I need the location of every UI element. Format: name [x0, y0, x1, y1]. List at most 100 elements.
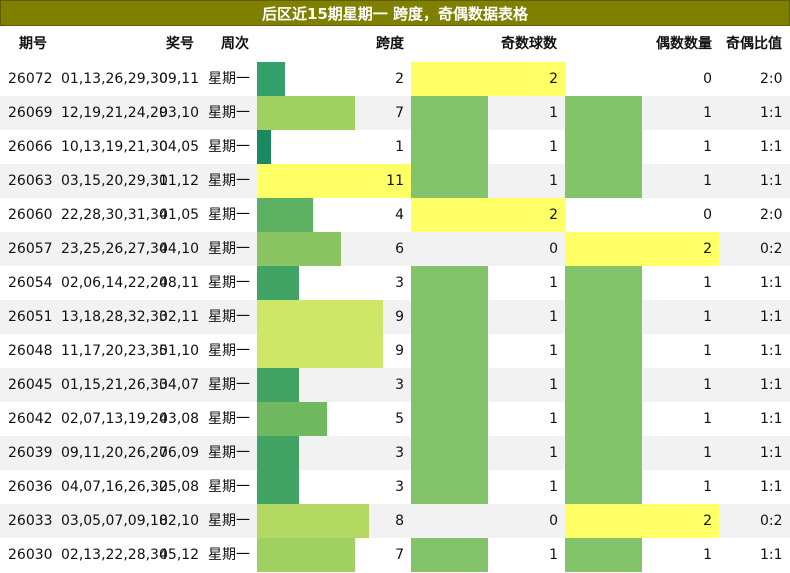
back-numbers-cell: 03,10	[159, 105, 200, 121]
odd-count-value: 1	[549, 343, 558, 359]
period-cell: 26036	[8, 479, 53, 495]
ratio-cell: 1:1	[760, 275, 783, 291]
span-value: 3	[395, 275, 404, 291]
span-value: 1	[395, 139, 404, 155]
front-numbers-cell: 09,11,20,26,27	[61, 445, 168, 461]
back-numbers-cell: 05,12	[159, 547, 200, 563]
span-value: 3	[395, 445, 404, 461]
ratio-cell: 1:1	[760, 343, 783, 359]
table-title: 后区近15期星期一 跨度，奇偶数据表格	[0, 0, 790, 26]
back-numbers-cell: 05,08	[159, 479, 200, 495]
table-row: 26048 11,17,20,23,35 01,10 星期一 9 1 1 1:1	[0, 334, 790, 368]
even-count-value: 1	[703, 479, 712, 495]
ratio-cell: 1:1	[760, 309, 783, 325]
even-count-value: 0	[703, 71, 712, 87]
ratio-cell: 1:1	[760, 139, 783, 155]
header-odd-count: 奇数球数	[501, 36, 557, 52]
table-row: 26030 02,13,22,28,34 05,12 星期一 7 1 1 1:1	[0, 538, 790, 572]
weekday-cell: 星期一	[208, 343, 250, 359]
even-count-value: 0	[703, 207, 712, 223]
even-count-value: 1	[703, 139, 712, 155]
weekday-cell: 星期一	[208, 309, 250, 325]
ratio-cell: 1:1	[760, 547, 783, 563]
back-numbers-cell: 08,11	[159, 275, 200, 291]
weekday-cell: 星期一	[208, 241, 250, 257]
weekday-cell: 星期一	[208, 479, 250, 495]
period-cell: 26057	[8, 241, 53, 257]
front-numbers-cell: 03,05,07,09,18	[61, 513, 168, 529]
front-numbers-cell: 23,25,26,27,34	[61, 241, 168, 257]
odd-count-value: 1	[549, 445, 558, 461]
ratio-cell: 1:1	[760, 411, 783, 427]
span-value: 3	[395, 377, 404, 393]
odd-count-value: 1	[549, 411, 558, 427]
front-numbers-cell: 12,19,21,24,29	[61, 105, 168, 121]
table-row: 26057 23,25,26,27,34 04,10 星期一 6 0 2 0:2	[0, 232, 790, 266]
weekday-cell: 星期一	[208, 71, 250, 87]
even-count-value: 1	[703, 411, 712, 427]
period-cell: 26048	[8, 343, 53, 359]
back-numbers-cell: 02,11	[159, 309, 200, 325]
period-cell: 26039	[8, 445, 53, 461]
weekday-cell: 星期一	[208, 105, 250, 121]
weekday-cell: 星期一	[208, 207, 250, 223]
odd-count-value: 1	[549, 377, 558, 393]
odd-count-value: 2	[549, 71, 558, 87]
period-cell: 26045	[8, 377, 53, 393]
period-cell: 26042	[8, 411, 53, 427]
even-count-value: 1	[703, 445, 712, 461]
ratio-cell: 1:1	[760, 173, 783, 189]
odd-count-value: 1	[549, 309, 558, 325]
table-row: 26060 22,28,30,31,34 01,05 星期一 4 2 0 2:0	[0, 198, 790, 232]
period-cell: 26060	[8, 207, 53, 223]
back-numbers-cell: 06,09	[159, 445, 200, 461]
table-row: 26045 01,15,21,26,33 04,07 星期一 3 1 1 1:1	[0, 368, 790, 402]
odd-count-value: 1	[549, 547, 558, 563]
span-value: 8	[395, 513, 404, 529]
table-row: 26063 03,15,20,29,31 01,12 星期一 11 1 1 1:1	[0, 164, 790, 198]
weekday-cell: 星期一	[208, 445, 250, 461]
odd-count-value: 1	[549, 479, 558, 495]
front-numbers-cell: 01,15,21,26,33	[61, 377, 168, 393]
header-even-count: 偶数数量	[656, 36, 712, 52]
weekday-cell: 星期一	[208, 139, 250, 155]
even-count-value: 1	[703, 547, 712, 563]
span-value: 2	[395, 71, 404, 87]
period-cell: 26030	[8, 547, 53, 563]
even-count-value: 1	[703, 105, 712, 121]
front-numbers-cell: 02,07,13,19,24	[61, 411, 168, 427]
even-count-value: 2	[703, 513, 712, 529]
ratio-cell: 0:2	[760, 513, 783, 529]
front-numbers-cell: 01,13,26,29,30	[61, 71, 168, 87]
table-row: 26054 02,06,14,22,24 08,11 星期一 3 1 1 1:1	[0, 266, 790, 300]
weekday-cell: 星期一	[208, 275, 250, 291]
front-numbers-cell: 02,13,22,28,34	[61, 547, 168, 563]
even-count-value: 1	[703, 343, 712, 359]
back-numbers-cell: 04,10	[159, 241, 200, 257]
odd-count-value: 1	[549, 173, 558, 189]
ratio-cell: 1:1	[760, 445, 783, 461]
table-row: 26066 10,13,19,21,30 04,05 星期一 1 1 1 1:1	[0, 130, 790, 164]
odd-count-value: 0	[549, 241, 558, 257]
weekday-cell: 星期一	[208, 513, 250, 529]
table-row: 26042 02,07,13,19,24 03,08 星期一 5 1 1 1:1	[0, 402, 790, 436]
weekday-cell: 星期一	[208, 173, 250, 189]
front-numbers-cell: 11,17,20,23,35	[61, 343, 168, 359]
weekday-cell: 星期一	[208, 411, 250, 427]
table-row: 26036 04,07,16,26,32 05,08 星期一 3 1 1 1:1	[0, 470, 790, 504]
ratio-cell: 1:1	[760, 479, 783, 495]
table-row: 26039 09,11,20,26,27 06,09 星期一 3 1 1 1:1	[0, 436, 790, 470]
even-count-value: 1	[703, 309, 712, 325]
period-cell: 26033	[8, 513, 53, 529]
back-numbers-cell: 04,05	[159, 139, 200, 155]
period-cell: 26072	[8, 71, 53, 87]
span-value: 7	[395, 547, 404, 563]
ratio-cell: 1:1	[760, 105, 783, 121]
odd-count-value: 0	[549, 513, 558, 529]
front-numbers-cell: 03,15,20,29,31	[61, 173, 168, 189]
period-cell: 26069	[8, 105, 53, 121]
odd-count-value: 1	[549, 105, 558, 121]
period-cell: 26063	[8, 173, 53, 189]
weekday-cell: 星期一	[208, 547, 250, 563]
even-count-value: 1	[703, 275, 712, 291]
